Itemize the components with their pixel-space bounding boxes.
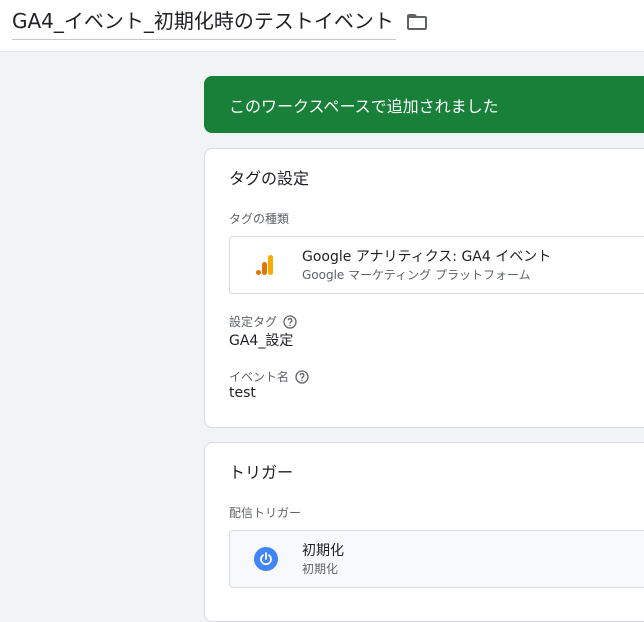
- google-analytics-icon: [254, 253, 278, 277]
- tag-configuration-card[interactable]: タグの設定 タグの種類 Google アナリティクス: GA4 イベント Goo…: [204, 148, 644, 428]
- config-tag-value: GA4_設定: [229, 333, 294, 349]
- help-icon[interactable]: [295, 370, 309, 384]
- trigger-name: 初期化: [302, 543, 344, 559]
- trigger-item[interactable]: 初期化 初期化: [229, 530, 644, 588]
- tag-type-label: タグの種類: [229, 212, 290, 226]
- banner-message: このワークスペースで追加されました: [229, 97, 499, 116]
- power-icon: [254, 547, 278, 571]
- tag-name-title[interactable]: GA4_イベント_初期化時のテストイベント: [12, 7, 396, 40]
- tag-type-name: Google アナリティクス: GA4 イベント: [302, 249, 552, 265]
- tag-editor-header: GA4_イベント_初期化時のテストイベント: [0, 0, 644, 52]
- firing-triggers-label: 配信トリガー: [229, 506, 302, 520]
- folder-icon[interactable]: [405, 10, 429, 34]
- event-name-label: イベント名: [229, 368, 309, 385]
- triggering-card[interactable]: トリガー 配信トリガー 初期化 初期化: [204, 442, 644, 622]
- tag-type-vendor: Google マーケティング プラットフォーム: [302, 268, 531, 282]
- trigger-type: 初期化: [302, 562, 339, 576]
- added-in-workspace-banner: このワークスペースで追加されました: [204, 76, 644, 133]
- config-tag-label: 設定タグ: [229, 313, 297, 330]
- tag-type-selector[interactable]: Google アナリティクス: GA4 イベント Google マーケティング …: [229, 236, 644, 294]
- config-tag-label-text: 設定タグ: [229, 315, 278, 329]
- event-name-value: test: [229, 385, 256, 401]
- triggering-title: トリガー: [229, 463, 294, 482]
- event-name-label-text: イベント名: [229, 370, 290, 384]
- help-icon[interactable]: [283, 315, 297, 329]
- tag-configuration-title: タグの設定: [229, 169, 310, 188]
